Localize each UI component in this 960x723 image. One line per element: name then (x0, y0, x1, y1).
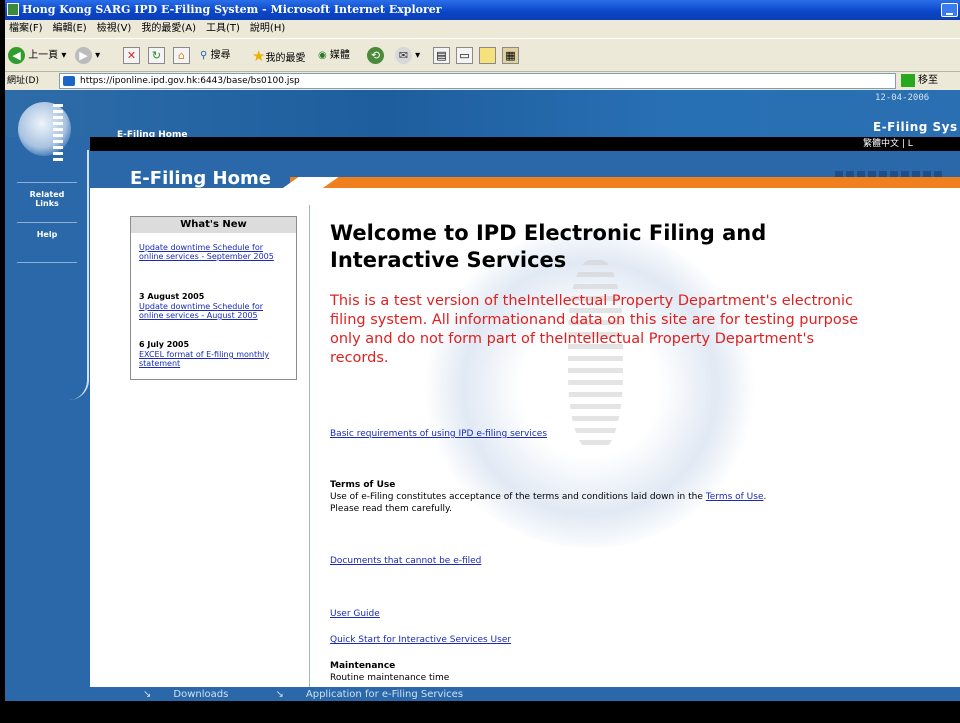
page-icon (63, 76, 75, 86)
column-divider (309, 205, 310, 705)
maintenance-text: Routine maintenance time (330, 673, 450, 683)
documents-link[interactable]: Documents that cannot be e-filed (330, 556, 481, 566)
terms-of-use-link[interactable]: Terms of Use (706, 492, 764, 502)
maintenance-heading: Maintenance (330, 661, 396, 671)
notes-icon (479, 46, 496, 64)
system-name: E-Filing Sys (873, 120, 958, 134)
window-title: Hong Kong SARG IPD E-Filing System - Mic… (5, 0, 960, 20)
news-link[interactable]: Update downtime Schedule for online serv… (139, 302, 289, 320)
browser-toolbar: ◀ 上一頁 ▾ ▶ ▾ ✕ ↻ ⌂ ⚲ 搜尋 ★我的最愛 ◉ 媒體 ⟲ ✉ ▾ … (5, 38, 960, 72)
go-button[interactable]: 移至 (918, 72, 938, 90)
test-version-notice: This is a test version of theIntellectua… (330, 293, 859, 366)
menu-tools[interactable]: 工具(T) (202, 20, 246, 38)
whats-new-heading: What's New (131, 217, 296, 233)
news-link[interactable]: Update downtime Schedule for online serv… (139, 243, 289, 261)
menu-file[interactable]: 檔案(F) (5, 20, 49, 38)
history-icon: ⟲ (367, 46, 384, 64)
menu-bar: 檔案(F) 編輯(E) 檢視(V) 我的最愛(A) 工具(T) 說明(H) (5, 20, 960, 38)
messenger-icon: ▦ (502, 46, 519, 64)
address-input[interactable]: https://iponline.ipd.gov.hk:6443/base/bs… (59, 73, 896, 89)
stop-button[interactable]: ✕ (123, 46, 140, 66)
terms-text: Use of e-Filing constitutes acceptance o… (330, 492, 767, 502)
user-guide-link[interactable]: User Guide (330, 609, 380, 619)
language-strip (90, 137, 960, 151)
menu-view[interactable]: 檢視(V) (93, 20, 138, 38)
forward-arrow-icon: ▶ (75, 46, 92, 64)
basic-requirements-link[interactable]: Basic requirements of using IPD e-filing… (330, 429, 547, 439)
print-icon: ▤ (433, 46, 450, 64)
terms-heading: Terms of Use (330, 480, 396, 490)
current-date: 12-04-2006 (875, 93, 930, 103)
refresh-icon: ↻ (148, 46, 165, 64)
go-arrow-icon[interactable] (901, 74, 915, 87)
web-page: 12-04-2006 E-Filing Home E-Filing Sys 繁體… (5, 90, 960, 723)
sidebar-item-help[interactable]: Help (17, 222, 77, 262)
ipd-logo (18, 102, 71, 164)
forward-button[interactable]: ▶ ▾ (75, 46, 100, 66)
media-button[interactable]: ◉ 媒體 (318, 46, 350, 66)
edit-icon: ▭ (456, 46, 473, 64)
menu-edit[interactable]: 編輯(E) (49, 20, 93, 38)
arrow-icon: ↘ (143, 689, 152, 700)
history-button[interactable]: ⟲ (367, 46, 384, 66)
star-icon: ★ (252, 47, 266, 65)
print-button[interactable]: ▤ (433, 46, 450, 66)
footer-links: ↘ Downloads ↘ Application for e-Filing Ser… (143, 689, 507, 700)
application-link[interactable]: ↘ Application for e-Filing Services (276, 689, 486, 700)
mail-button[interactable]: ✉ ▾ (395, 46, 420, 66)
decorative-dots (835, 164, 960, 179)
bottom-strip (5, 701, 960, 723)
downloads-link[interactable]: ↘ Downloads (143, 689, 250, 700)
messenger-button[interactable]: ▦ (502, 46, 519, 66)
back-button[interactable]: ◀ 上一頁 ▾ (8, 46, 66, 66)
sidebar-divider (17, 262, 77, 263)
home-icon: ⌂ (173, 46, 190, 64)
media-icon: ◉ (318, 50, 327, 61)
language-switch[interactable]: 繁體中文 | L (863, 139, 913, 149)
favorites-button[interactable]: ★我的最愛 (252, 46, 305, 66)
address-bar: 網址(D) https://iponline.ipd.gov.hk:6443/b… (5, 72, 960, 90)
back-arrow-icon: ◀ (8, 46, 25, 64)
orange-divider (290, 177, 960, 188)
news-date: 6 July 2005 (139, 340, 190, 349)
stop-icon: ✕ (123, 46, 140, 64)
refresh-button[interactable]: ↻ (148, 46, 165, 66)
home-button[interactable]: ⌂ (173, 46, 190, 66)
search-icon: ⚲ (200, 50, 208, 61)
arrow-icon: ↘ (275, 689, 284, 700)
news-date: 3 August 2005 (139, 292, 205, 301)
page-title: E-Filing Home (130, 168, 271, 189)
terms-text-2: Please read them carefully. (330, 504, 452, 514)
notes-button[interactable] (479, 46, 496, 66)
sidebar-item-related-links[interactable]: Related Links (17, 182, 77, 222)
address-label: 網址(D) (7, 76, 39, 86)
whats-new-box: What's New Update downtime Schedule for … (130, 216, 297, 380)
news-link[interactable]: EXCEL format of E-filing monthly stateme… (139, 350, 289, 368)
ie-app-icon (7, 3, 19, 16)
welcome-heading: Welcome to IPD Electronic Filing and Int… (330, 221, 767, 272)
menu-favorites[interactable]: 我的最愛(A) (137, 20, 202, 38)
edit-button[interactable]: ▭ (456, 46, 473, 66)
mail-icon: ✉ (395, 46, 412, 64)
logo-bars (53, 104, 63, 164)
quick-start-link[interactable]: Quick Start for Interactive Services Use… (330, 635, 511, 645)
browser-window: Hong Kong SARG IPD E-Filing System - Mic… (5, 0, 960, 723)
minimize-button[interactable] (941, 3, 958, 17)
search-button[interactable]: ⚲ 搜尋 (200, 46, 231, 66)
menu-help[interactable]: 說明(H) (246, 20, 291, 38)
